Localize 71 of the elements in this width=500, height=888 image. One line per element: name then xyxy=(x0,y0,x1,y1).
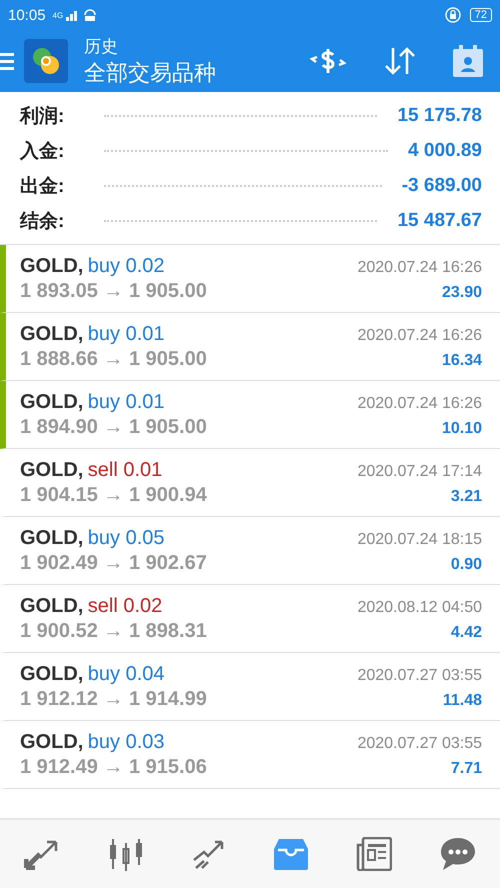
deal-time: 2020.07.24 18:15 xyxy=(357,530,482,548)
deal-symbol: GOLD, xyxy=(20,594,84,616)
summary-value: -3 689.00 xyxy=(402,174,482,196)
deal-symbol: GOLD, xyxy=(20,254,84,276)
lock-icon xyxy=(444,7,461,23)
menu-icon[interactable] xyxy=(0,51,14,71)
deal-time: 2020.07.24 16:26 xyxy=(357,394,482,412)
clock: 10:05 xyxy=(8,6,46,24)
deal-type: buy 0.02 xyxy=(88,254,165,276)
deal-symbol: GOLD, xyxy=(20,662,84,684)
deal-prices: 1 888.66 → 1 905.00 xyxy=(20,348,207,370)
summary-label: 入金: xyxy=(20,140,64,164)
summary-label: 出金: xyxy=(20,174,64,198)
deal-prices: 1 904.15 → 1 900.94 xyxy=(20,484,207,506)
deal-row[interactable]: GOLD, buy 0.05 2020.07.24 18:15 1 902.49 → 1 902.67 0.90 xyxy=(0,517,500,585)
battery-level: 72 xyxy=(470,8,492,22)
deal-symbol: GOLD, xyxy=(20,322,84,344)
deal-symbol: GOLD, xyxy=(20,526,84,548)
summary-label: 结余: xyxy=(20,210,64,234)
deal-type: buy 0.04 xyxy=(88,662,165,684)
deal-type: sell 0.02 xyxy=(88,594,162,616)
trend-icon[interactable] xyxy=(192,838,226,870)
deal-row[interactable]: GOLD, sell 0.02 2020.08.12 04:50 1 900.52 → 1 898.31 4.42 xyxy=(0,585,500,653)
deal-prices: 1 894.90 → 1 905.00 xyxy=(20,416,207,438)
deal-profit: 16.34 xyxy=(442,352,482,370)
deal-profit: 23.90 xyxy=(442,284,482,302)
header-subtitle: 历史 xyxy=(84,36,119,58)
summary-value: 15 175.78 xyxy=(397,104,482,126)
deal-prices: 1 902.49 → 1 902.67 xyxy=(20,552,207,574)
deal-time: 2020.08.12 04:50 xyxy=(357,598,482,616)
calendar-icon[interactable] xyxy=(452,44,484,78)
deal-type: buy 0.01 xyxy=(88,322,165,344)
newspaper-icon[interactable] xyxy=(356,837,392,871)
chat-icon[interactable] xyxy=(440,837,476,871)
deal-row[interactable]: GOLD, buy 0.01 2020.07.24 16:26 1 888.66 → 1 905.00 16.34 xyxy=(0,313,500,381)
network-label: 4G xyxy=(52,10,64,20)
deal-row[interactable]: GOLD, buy 0.01 2020.07.24 16:26 1 894.90 → 1 905.00 10.10 xyxy=(0,381,500,449)
deal-time: 2020.07.24 16:26 xyxy=(357,326,482,344)
deal-profit: 10.10 xyxy=(442,420,482,438)
deal-row[interactable]: GOLD, sell 0.01 2020.07.24 17:14 1 904.15 → 1 900.94 3.21 xyxy=(0,449,500,517)
inbox-icon[interactable] xyxy=(274,838,308,870)
deal-time: 2020.07.24 16:26 xyxy=(357,258,482,276)
summary-value: 4 000.89 xyxy=(408,140,482,162)
deal-profit: 3.21 xyxy=(450,488,482,506)
deal-time: 2020.07.24 17:14 xyxy=(357,462,482,480)
deal-prices: 1 893.05 → 1 905.00 xyxy=(20,280,207,302)
summary-label: 利润: xyxy=(20,104,64,128)
deal-profit: 0.90 xyxy=(450,556,482,574)
deal-prices: 1 912.12 → 1 914.99 xyxy=(20,688,207,710)
deal-profit: 4.42 xyxy=(450,624,482,642)
deal-type: buy 0.01 xyxy=(88,390,165,412)
deal-symbol: GOLD, xyxy=(20,458,84,480)
arrows-icon[interactable] xyxy=(24,838,60,870)
deal-type: sell 0.01 xyxy=(88,458,162,480)
deal-time: 2020.07.27 03:55 xyxy=(357,734,482,752)
deal-row[interactable]: GOLD, buy 0.02 2020.07.24 16:26 1 893.05 → 1 905.00 23.90 xyxy=(0,245,500,313)
deal-row[interactable]: GOLD, buy 0.04 2020.07.27 03:55 1 912.12 → 1 914.99 11.48 xyxy=(0,653,500,721)
header-title: 全部交易品种 xyxy=(84,58,217,86)
deal-symbol: GOLD, xyxy=(20,730,84,752)
summary-value: 15 487.67 xyxy=(397,210,482,232)
deal-type: buy 0.05 xyxy=(88,526,165,548)
deal-prices: 1 900.52 → 1 898.31 xyxy=(20,620,207,642)
deal-prices: 1 912.49 → 1 915.06 xyxy=(20,756,207,778)
deal-row[interactable]: GOLD, buy 0.03 2020.07.27 03:55 1 912.49 → 1 915.06 7.71 xyxy=(0,721,500,789)
deal-time: 2020.07.27 03:55 xyxy=(357,666,482,684)
deal-symbol: GOLD, xyxy=(20,390,84,412)
deal-type: buy 0.03 xyxy=(88,730,165,752)
candlestick-icon[interactable] xyxy=(108,837,144,871)
app-logo-icon xyxy=(24,39,68,83)
deal-profit: 7.71 xyxy=(450,760,482,778)
deal-profit: 11.48 xyxy=(442,692,482,710)
